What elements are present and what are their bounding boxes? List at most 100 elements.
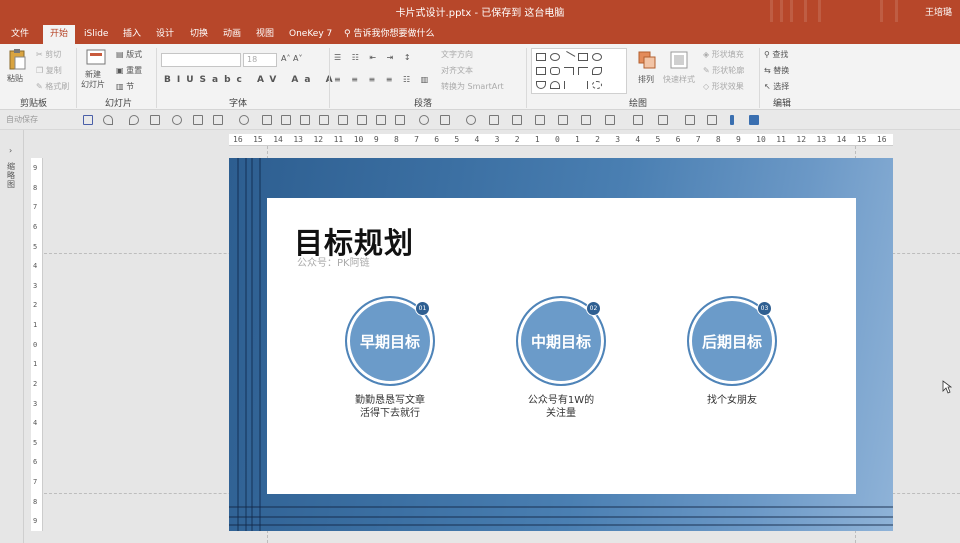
distribute-v-icon[interactable]	[395, 115, 405, 125]
goal-description[interactable]: 找个女朋友	[662, 394, 802, 407]
outline-icon[interactable]	[558, 115, 568, 125]
bracket-shape-icon[interactable]	[578, 81, 588, 89]
content-card[interactable]: 目标规划 公众号：PK阿链 早期目标 01 勤勤恳恳写文章 活得下去就行 中期目…	[267, 198, 856, 494]
refresh-icon[interactable]	[172, 115, 182, 125]
textbox-shape-icon[interactable]	[578, 53, 588, 61]
blue-square-icon[interactable]	[749, 115, 759, 125]
ruler-tick-label: 14	[836, 135, 847, 144]
goal-description[interactable]: 勤勤恳恳写文章 活得下去就行	[320, 394, 460, 420]
arrange-label[interactable]: 排列	[638, 74, 654, 85]
save-icon[interactable]	[83, 115, 93, 125]
arrow-shape-icon[interactable]	[592, 67, 602, 75]
tab-transitions[interactable]: 切换	[183, 25, 215, 44]
blue-bar-icon[interactable]	[730, 115, 734, 125]
paste-label[interactable]: 粘贴	[7, 73, 23, 84]
shape-fill-button[interactable]: ◈ 形状填充	[703, 49, 744, 60]
present-icon[interactable]	[150, 115, 160, 125]
quick-styles-icon[interactable]	[669, 50, 689, 70]
text-direction-button[interactable]: 文字方向	[441, 49, 473, 60]
section-button[interactable]: ▥ 节	[116, 81, 134, 92]
corner-shape-icon[interactable]	[578, 67, 588, 75]
redo-icon[interactable]	[129, 115, 139, 125]
align-middle-icon[interactable]	[338, 115, 348, 125]
rounded-rect-shape-icon[interactable]	[550, 67, 560, 75]
ruler-tick-label: 7	[414, 135, 419, 144]
undo-icon[interactable]	[103, 115, 113, 125]
copy-button[interactable]: ❐ 复制	[36, 65, 62, 76]
new-slide-icon[interactable]	[86, 48, 106, 68]
shapes-gallery[interactable]	[531, 48, 627, 94]
brace-shape-icon[interactable]	[564, 81, 574, 89]
tab-home[interactable]: 开始	[43, 25, 76, 44]
tab-view[interactable]: 视图	[249, 25, 281, 44]
new-slide-label[interactable]: 新建 幻灯片	[81, 70, 105, 90]
tab-design[interactable]: 设计	[149, 25, 181, 44]
font-style-buttons[interactable]: BIUSabc AV Aa A	[164, 75, 339, 85]
oval-shape-icon[interactable]	[550, 53, 560, 61]
autosave-label[interactable]: 自动保存	[6, 114, 38, 125]
smartart-button[interactable]: 转换为 SmartArt	[441, 81, 504, 92]
expand-chevron-icon[interactable]: ›	[9, 146, 12, 155]
layout-button[interactable]: ▤ 版式	[116, 49, 142, 60]
align-text-button[interactable]: 对齐文本	[441, 65, 473, 76]
format-painter-button[interactable]: ✎ 格式刷	[36, 81, 69, 92]
vertical-ruler[interactable]: 9 8 7 6 5 4 3 2 1 0 1 2 3 4 5 6 7 8 9	[31, 158, 43, 531]
line-color-icon[interactable]	[658, 115, 668, 125]
insert-table-icon[interactable]	[213, 115, 223, 125]
font-name-combo[interactable]	[161, 53, 241, 67]
elbow-shape-icon[interactable]	[564, 67, 574, 75]
align-left-icon[interactable]	[262, 115, 272, 125]
cut-button[interactable]: ✂ 剪切	[36, 49, 61, 60]
tab-islide[interactable]: iSlide	[77, 25, 115, 44]
replace-button[interactable]: ⇆ 替换	[764, 65, 789, 76]
fill-icon[interactable]	[489, 115, 499, 125]
eyedropper-icon[interactable]	[512, 115, 522, 125]
circle-shape-icon[interactable]	[592, 53, 602, 61]
font-grow-shrink[interactable]: A˄ A˅	[281, 54, 303, 63]
align-right-icon[interactable]	[300, 115, 310, 125]
lock-icon[interactable]	[685, 115, 695, 125]
tell-me-search[interactable]: ⚲ 告诉我你想要做什么	[344, 25, 434, 44]
shape-outline-button[interactable]: ✎ 形状轮廓	[703, 65, 744, 76]
curve-shape-icon[interactable]	[550, 81, 560, 89]
tab-file[interactable]: 文件	[4, 25, 36, 44]
settings-icon[interactable]	[707, 115, 717, 125]
find-button[interactable]: ⚲ 查找	[764, 49, 788, 60]
arrange-icon[interactable]	[637, 50, 657, 70]
shape-effects-button[interactable]: ◇ 形状效果	[703, 81, 744, 92]
distribute-h-icon[interactable]	[376, 115, 386, 125]
slide-subtitle[interactable]: 公众号：PK阿链	[297, 254, 370, 269]
crop-icon[interactable]	[419, 115, 429, 125]
horizontal-ruler[interactable]: 16 15 14 13 12 11 10 9 8 7 6 5 4 3 2 1 0 1 2 3 4 5 6 7 8 9 10 11 12 1…	[229, 134, 893, 146]
select-button[interactable]: ↖ 选择	[764, 81, 789, 92]
tab-animations[interactable]: 动画	[216, 25, 248, 44]
pen-icon[interactable]	[535, 115, 545, 125]
align-center-icon[interactable]	[281, 115, 291, 125]
line-shape-icon[interactable]	[562, 51, 576, 63]
tab-onekey[interactable]: OneKey 7	[282, 25, 339, 44]
dashed-circle-shape-icon[interactable]	[592, 81, 602, 89]
textbox-icon[interactable]	[193, 115, 203, 125]
font-size-combo[interactable]: 18	[243, 53, 277, 67]
paste-icon[interactable]	[8, 48, 26, 70]
fill-color-icon[interactable]	[633, 115, 643, 125]
user-name[interactable]: 王培璐	[925, 5, 952, 18]
goal-description[interactable]: 公众号有1W的 关注量	[491, 394, 631, 420]
list-buttons[interactable]: ☰ ☷ ⇤ ⇥ ↕	[334, 53, 415, 62]
quick-styles-label[interactable]: 快速样式	[663, 74, 695, 85]
group-icon[interactable]	[440, 115, 450, 125]
thumbnail-pane-label[interactable]: 缩略图	[7, 162, 17, 189]
rectangle-shape-icon[interactable]	[536, 53, 546, 61]
color-picker-icon[interactable]	[466, 115, 476, 125]
shapes-icon[interactable]	[239, 115, 249, 125]
font-color-icon[interactable]	[581, 115, 591, 125]
alignment-buttons[interactable]: ≡ ≡ ≡ ≡ ☷ ▥	[334, 75, 432, 84]
highlight-icon[interactable]	[605, 115, 615, 125]
star-shape-icon[interactable]	[536, 81, 546, 89]
slide-canvas[interactable]: 目标规划 公众号：PK阿链 早期目标 01 勤勤恳恳写文章 活得下去就行 中期目…	[229, 158, 893, 531]
tab-insert[interactable]: 插入	[116, 25, 148, 44]
square-shape-icon[interactable]	[536, 67, 546, 75]
align-bottom-icon[interactable]	[357, 115, 367, 125]
reset-button[interactable]: ▣ 重置	[116, 65, 142, 76]
align-top-icon[interactable]	[319, 115, 329, 125]
